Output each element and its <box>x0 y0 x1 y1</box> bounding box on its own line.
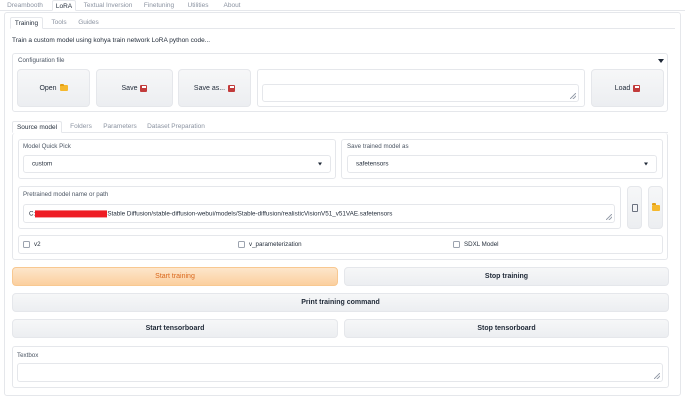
save-format-dropdown[interactable]: safetensors <box>347 155 657 173</box>
collapse-caret-icon[interactable] <box>658 59 664 63</box>
textbox-input[interactable] <box>17 363 663 382</box>
save-as-button[interactable]: Save as... <box>178 69 251 107</box>
resize-handle-icon[interactable] <box>570 93 576 99</box>
pretrained-label: Pretrained model name or path <box>23 191 109 198</box>
sdxl-checkbox[interactable] <box>453 241 460 248</box>
sub-tab-bar: Training Tools Guides <box>10 17 675 29</box>
open-button[interactable]: Open <box>17 69 90 107</box>
resize-handle-icon[interactable] <box>606 214 612 220</box>
file-picker-button[interactable] <box>627 186 642 229</box>
floppy-disk-icon <box>228 84 236 92</box>
subtab-tools[interactable]: Tools <box>48 17 70 29</box>
floppy-disk-icon <box>633 84 641 92</box>
subtab-training[interactable]: Training <box>10 17 43 29</box>
quick-pick-dropdown[interactable]: custom <box>23 155 331 173</box>
pretrained-path-suffix: Stable Diffusion/stable-diffusion-webui/… <box>107 210 393 218</box>
open-label: Open <box>39 84 57 92</box>
dropdown-arrow-icon <box>318 162 322 166</box>
floppy-disk-icon <box>140 84 148 92</box>
save-label: Save <box>121 84 138 92</box>
tab-parameters[interactable]: Parameters <box>102 121 138 133</box>
v-parameterization-label: v_parameterization <box>249 241 302 248</box>
tab-textual-inversion[interactable]: Textual Inversion <box>82 0 134 11</box>
pretrained-path-input[interactable]: C: Stable Diffusion/stable-diffusion-webu… <box>23 204 615 223</box>
configuration-label: Configuration file <box>18 57 65 64</box>
save-format-label: Save trained model as <box>347 143 409 150</box>
textbox-label: Textbox <box>17 352 39 359</box>
print-command-button[interactable]: Print training command <box>12 293 669 312</box>
resize-handle-icon[interactable] <box>654 373 660 379</box>
tab-finetuning[interactable]: Finetuning <box>140 0 178 11</box>
redacted-block <box>35 209 108 217</box>
model-options-group <box>18 235 663 254</box>
load-button[interactable]: Load <box>591 69 664 107</box>
v2-checkbox[interactable] <box>23 241 30 248</box>
quick-pick-label: Model Quick Pick <box>23 143 71 150</box>
sdxl-label: SDXL Model <box>464 241 499 248</box>
start-tensorboard-button[interactable]: Start tensorboard <box>12 319 338 338</box>
config-path-input[interactable] <box>262 84 579 102</box>
subtab-guides[interactable]: Guides <box>76 17 101 29</box>
load-label: Load <box>614 84 631 92</box>
tab-folders[interactable]: Folders <box>68 121 94 133</box>
save-as-label: Save as... <box>193 84 226 92</box>
save-button[interactable]: Save <box>96 69 173 107</box>
folder-picker-button[interactable] <box>648 186 663 229</box>
folder-icon <box>651 203 660 211</box>
tab-dataset-preparation[interactable]: Dataset Preparation <box>146 121 206 133</box>
v-parameterization-checkbox[interactable] <box>238 241 245 248</box>
tab-lora[interactable]: LoRA <box>52 0 76 11</box>
stop-tensorboard-button[interactable]: Stop tensorboard <box>344 319 669 338</box>
description-text: Train a custom model using kohya train n… <box>12 37 211 44</box>
section-tab-bar: Source model Folders Parameters Dataset … <box>12 121 668 133</box>
dropdown-arrow-icon <box>644 162 648 166</box>
document-icon <box>631 203 638 212</box>
tab-about[interactable]: About <box>220 0 244 11</box>
top-tab-bar: Dreambooth LoRA Textual Inversion Finetu… <box>0 0 685 11</box>
tab-utilities[interactable]: Utilities <box>183 0 213 11</box>
tab-source-model[interactable]: Source model <box>12 121 62 133</box>
stop-training-button[interactable]: Stop training <box>344 267 669 286</box>
folder-icon <box>59 83 68 91</box>
v2-label: v2 <box>34 241 41 248</box>
tab-dreambooth[interactable]: Dreambooth <box>3 0 47 11</box>
start-training-button[interactable]: Start training <box>12 267 338 286</box>
